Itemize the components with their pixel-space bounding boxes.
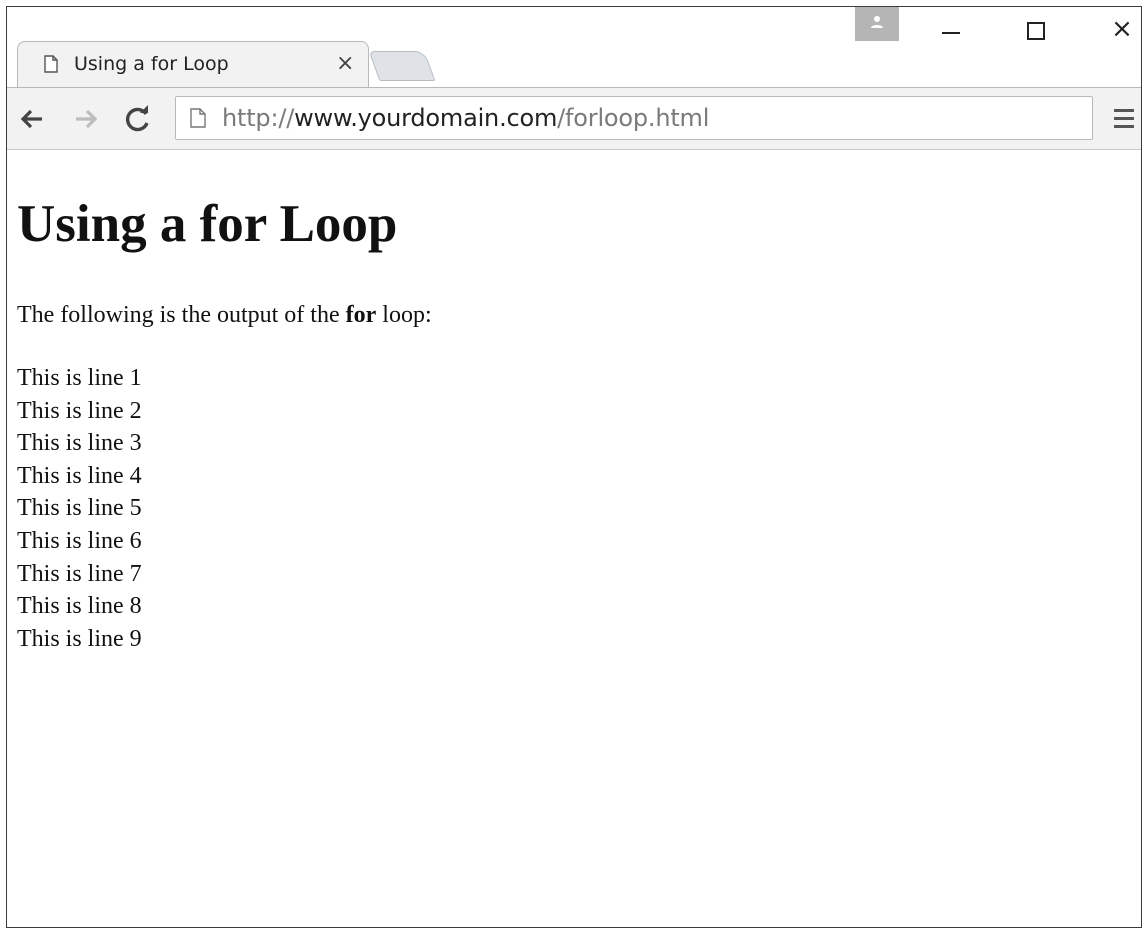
url-host: www.yourdomain.com [294,104,558,132]
minimize-button[interactable] [932,15,972,45]
output-line: This is line 9 [17,625,142,652]
back-button[interactable] [15,102,49,136]
profile-button[interactable] [855,7,899,41]
new-tab-button[interactable] [368,51,436,81]
output-line: This is line 5 [17,495,142,522]
output-line: This is line 1 [17,365,142,391]
arrow-left-icon [20,109,42,129]
page-heading: Using a for Loop [17,195,398,253]
url-scheme: http:// [222,104,295,132]
menu-button[interactable] [1111,104,1137,134]
browser-window: Using a for Loop × × http://www.yourdoma… [6,6,1142,928]
output-line: This is line 7 [17,560,142,587]
output-line: This is line 3 [17,430,142,457]
page-icon [44,55,58,73]
tab-title: Using a for Loop [74,53,229,75]
forward-button[interactable] [69,102,103,136]
output-line: This is line 4 [17,462,142,489]
tab-close-icon[interactable]: × [336,51,354,77]
url-path: /forloop.html [557,104,710,132]
intro-text-before: The following is the output of the [17,302,346,328]
reload-icon [125,105,149,132]
arrow-right-icon [76,109,98,129]
window-close-button[interactable]: × [1102,13,1141,45]
maximize-button[interactable] [1017,15,1057,45]
hamburger-menu-icon [1114,109,1134,112]
tab-strip: Using a for Loop × × [7,7,1141,89]
output-line: This is line 2 [17,397,142,424]
intro-paragraph: The following is the output of the for l… [17,300,432,330]
loop-output: This is line 1 This is line 2 This is li… [17,362,142,655]
tab-active[interactable]: Using a for Loop × [17,41,369,87]
page-content: Using a for Loop The following is the ou… [7,150,1141,927]
url-text: http://www.yourdomain.com/forloop.html [222,104,709,132]
output-line: This is line 8 [17,593,142,620]
browser-toolbar: http://www.yourdomain.com/forloop.html [7,87,1141,150]
intro-keyword: for [345,302,377,328]
address-bar[interactable]: http://www.yourdomain.com/forloop.html [175,96,1093,140]
user-icon [871,16,883,28]
reload-button[interactable] [121,102,155,136]
output-line: This is line 6 [17,527,142,554]
page-icon [190,108,206,128]
intro-text-after: loop: [376,302,432,328]
